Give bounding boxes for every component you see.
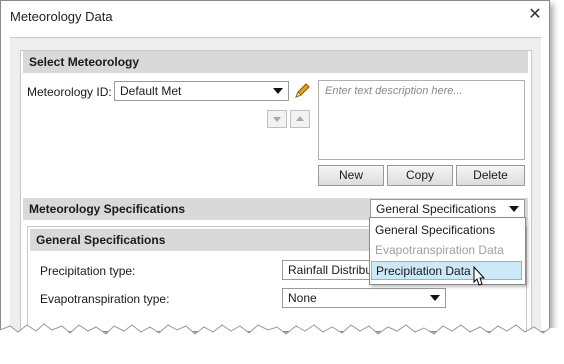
move-up-button[interactable]: [290, 110, 310, 128]
meteorology-id-label: Meteorology ID:: [27, 85, 112, 99]
precipitation-type-label: Precipitation type:: [40, 264, 136, 278]
meteorology-id-combo[interactable]: Default Met: [114, 81, 289, 101]
description-placeholder: Enter text description here...: [325, 85, 463, 97]
copy-button[interactable]: Copy: [387, 165, 453, 186]
dropdown-option-precipitation-data[interactable]: Precipitation Data: [371, 261, 522, 280]
new-button[interactable]: New: [318, 165, 384, 186]
chevron-down-icon: [509, 206, 519, 212]
precipitation-type-value: Rainfall Distribut: [288, 263, 376, 277]
content-panel: Select Meteorology Meteorology ID: Defau…: [20, 50, 532, 331]
delete-button[interactable]: Delete: [456, 165, 525, 186]
select-meteorology-header: Select Meteorology: [23, 51, 528, 73]
move-down-button[interactable]: [267, 110, 287, 128]
dropdown-option-evapotranspiration-data: Evapotranspiration Data: [375, 243, 504, 257]
dialog-body: Select Meteorology Meteorology ID: Defau…: [10, 37, 541, 331]
chevron-down-icon: [430, 295, 440, 301]
evapotranspiration-type-combo[interactable]: None: [282, 288, 446, 308]
dropdown-option-general-specifications[interactable]: General Specifications: [371, 221, 522, 240]
move-down-icon: [273, 117, 281, 122]
description-textarea[interactable]: Enter text description here...: [318, 80, 525, 160]
move-up-icon: [296, 116, 304, 121]
mouse-cursor-icon: [473, 266, 486, 286]
specifications-combo[interactable]: General Specifications: [370, 199, 525, 219]
torn-edge-decoration: [0, 323, 564, 364]
dialog-title: Meteorology Data: [10, 9, 113, 24]
evapotranspiration-type-label: Evapotranspiration type:: [40, 292, 170, 306]
specifications-selected-value: General Specifications: [376, 202, 497, 216]
evapotranspiration-type-value: None: [288, 291, 317, 305]
specifications-dropdown-list: General Specifications Evapotranspiratio…: [369, 217, 526, 285]
close-icon[interactable]: ✕: [526, 6, 544, 24]
title-bar: Meteorology Data ✕: [1, 1, 549, 33]
chevron-down-icon: [273, 88, 283, 94]
meteorology-id-value: Default Met: [120, 84, 182, 98]
pencil-icon[interactable]: [293, 82, 311, 100]
